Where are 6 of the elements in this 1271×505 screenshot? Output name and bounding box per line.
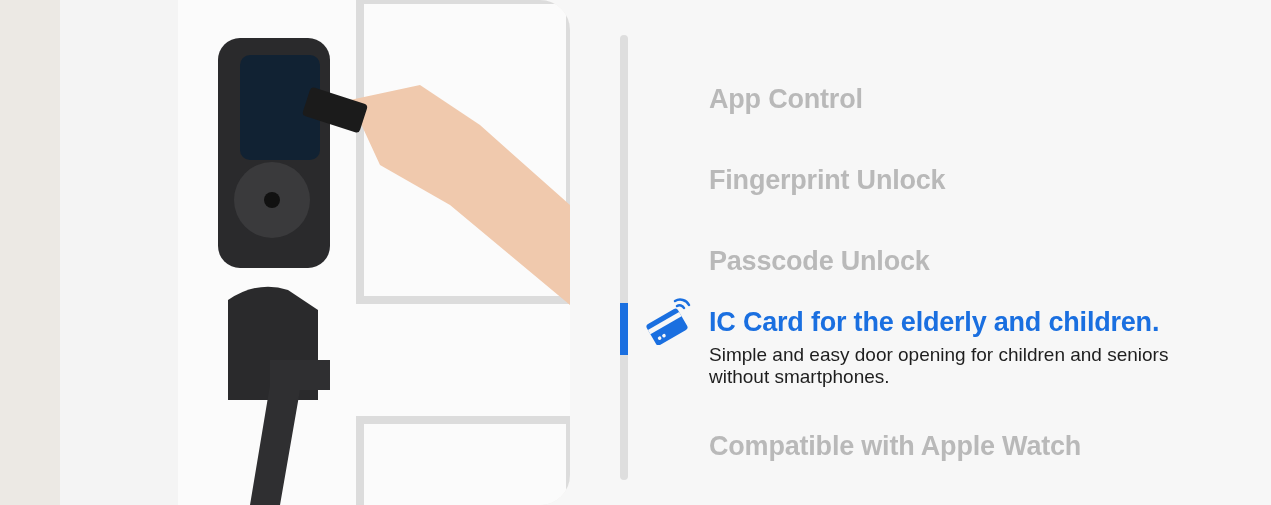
feature-title[interactable]: Passcode Unlock — [709, 242, 930, 279]
feature-title[interactable]: App Control — [709, 80, 863, 117]
feature-title[interactable]: Compatible with Apple Watch — [709, 427, 1082, 464]
feature-description: Simple and easy door opening for children and seniors without smartphones. — [709, 344, 1170, 388]
feature-title[interactable]: Fingerprint Unlock — [709, 161, 946, 198]
feature-title[interactable]: IC Card for the elderly and children. — [709, 304, 1229, 340]
